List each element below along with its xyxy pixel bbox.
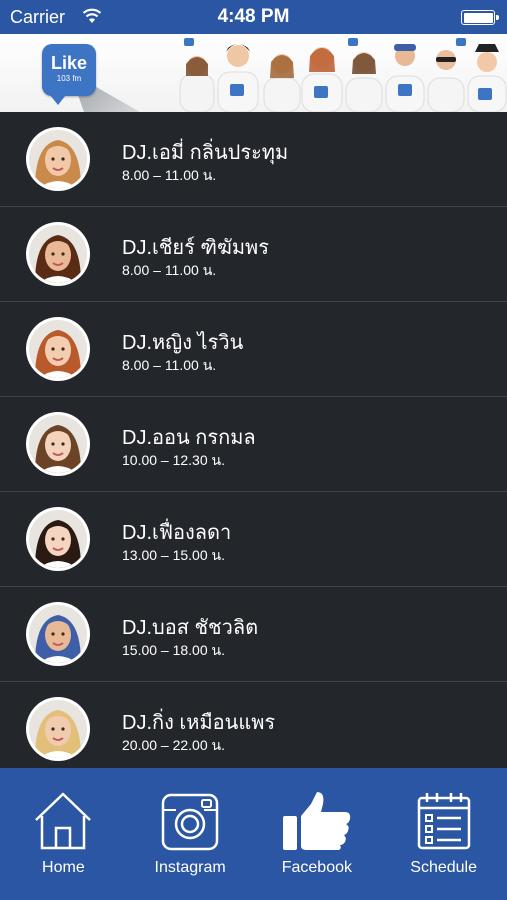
tab-bar: Home Instagram Facebook Schedule xyxy=(0,768,507,900)
header-banner: Like 103 fm xyxy=(0,34,507,112)
calendar-icon xyxy=(417,793,470,850)
dj-hours: 8.00 – 11.00 น. xyxy=(122,167,217,183)
dj-row[interactable]: DJ.เฟื่องลดา 13.00 – 15.00 น. xyxy=(0,492,507,587)
station-logo: Like 103 fm xyxy=(42,44,96,105)
dj-avatar xyxy=(26,602,90,666)
dj-name: DJ.กิ่ง เหมือนแพร xyxy=(122,712,276,734)
dj-row[interactable]: DJ.หญิง ไรวิน 8.00 – 11.00 น. xyxy=(0,302,507,397)
dj-name: DJ.บอส ชัชวลิต xyxy=(122,617,259,639)
dj-row[interactable]: DJ.เชียร์ ฑิฆัมพร 8.00 – 11.00 น. xyxy=(0,207,507,302)
tab-instagram-label: Instagram xyxy=(154,859,226,876)
dj-avatar xyxy=(26,317,90,381)
dj-hours: 15.00 – 18.00 น. xyxy=(122,642,225,658)
dj-avatar xyxy=(26,127,90,191)
thumbs-up-icon xyxy=(282,792,351,850)
dj-name: DJ.เชียร์ ฑิฆัมพร xyxy=(122,237,269,259)
dj-hours: 13.00 – 15.00 น. xyxy=(122,547,225,563)
home-icon xyxy=(35,792,92,850)
dj-hours: 8.00 – 11.00 น. xyxy=(122,262,217,278)
instagram-icon xyxy=(161,793,219,851)
dj-avatar xyxy=(26,507,90,571)
dj-group-photo xyxy=(179,38,507,112)
dj-name: DJ.ออน กรกมล xyxy=(122,427,256,449)
tab-facebook-label: Facebook xyxy=(281,859,352,876)
dj-row[interactable]: DJ.บอส ชัชวลิต 15.00 – 18.00 น. xyxy=(0,587,507,682)
dj-avatar xyxy=(26,697,90,761)
dj-row[interactable]: DJ.กิ่ง เหมือนแพร 20.00 – 22.00 น. xyxy=(0,682,507,768)
tab-home[interactable]: Home xyxy=(0,768,127,900)
tab-schedule-label: Schedule xyxy=(410,859,477,876)
dj-row[interactable]: DJ.เอมี่ กลิ่นประทุม 8.00 – 11.00 น. xyxy=(0,112,507,207)
dj-avatar xyxy=(26,222,90,286)
dj-name: DJ.เอมี่ กลิ่นประทุม xyxy=(122,142,289,164)
dj-hours: 10.00 – 12.30 น. xyxy=(122,452,225,468)
dj-name: DJ.หญิง ไรวิน xyxy=(122,332,244,354)
tab-schedule[interactable]: Schedule xyxy=(380,768,507,900)
tab-home-label: Home xyxy=(42,859,85,876)
dj-name: DJ.เฟื่องลดา xyxy=(122,522,232,544)
dj-avatar xyxy=(26,412,90,476)
tab-instagram[interactable]: Instagram xyxy=(127,768,254,900)
dj-row[interactable]: DJ.ออน กรกมล 10.00 – 12.30 น. xyxy=(0,397,507,492)
status-bar: Carrier 4:48 PM xyxy=(0,0,507,34)
tab-facebook[interactable]: Facebook xyxy=(254,768,381,900)
status-time: 4:48 PM xyxy=(217,6,290,27)
dj-hours: 8.00 – 11.00 น. xyxy=(122,357,217,373)
dj-hours: 20.00 – 22.00 น. xyxy=(122,737,225,753)
battery-icon xyxy=(461,10,499,25)
dj-list: DJ.เอมี่ กลิ่นประทุม 8.00 – 11.00 น. DJ.เช… xyxy=(0,112,507,768)
